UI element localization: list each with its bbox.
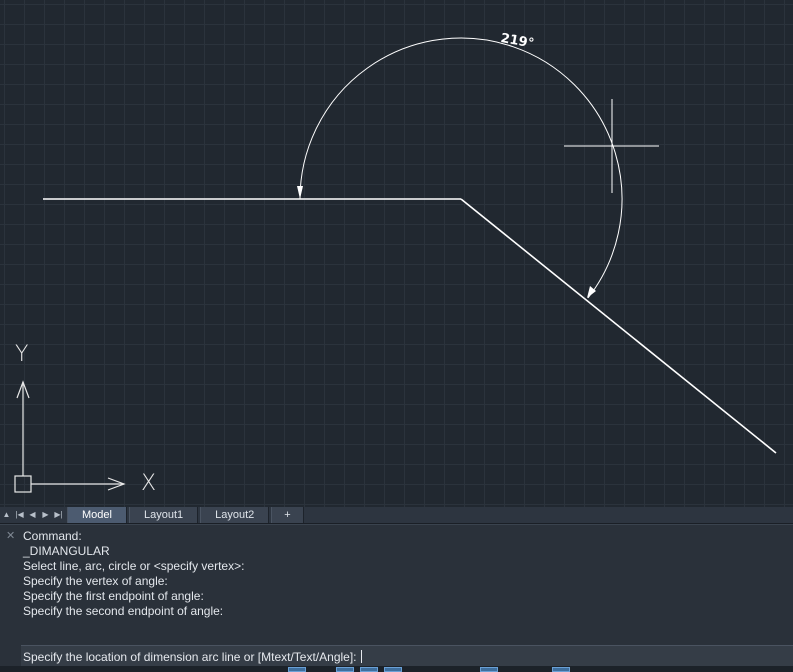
- dimension-arrow-start: [297, 186, 303, 199]
- ucs-icon: [14, 380, 126, 493]
- command-window: ✕ Command: _DIMANGULAR Select line, arc,…: [0, 524, 793, 645]
- status-toggle-button[interactable]: [480, 667, 498, 672]
- history-line: Command:: [23, 529, 82, 543]
- status-toggle-button[interactable]: [384, 667, 402, 672]
- status-toggle-button[interactable]: [552, 667, 570, 672]
- status-toggle-button[interactable]: [336, 667, 354, 672]
- history-line: Specify the second endpoint of angle:: [23, 604, 224, 618]
- command-prompt: Specify the location of dimension arc li…: [23, 649, 357, 664]
- dimension-arc[interactable]: [299, 37, 623, 299]
- layout-tab-bar: ▲ |◀ ◀ ▶ ▶| Model Layout1 Layout2 +: [0, 507, 793, 524]
- status-toggle-button[interactable]: [288, 667, 306, 672]
- ucs-y-label: Y: [15, 342, 29, 367]
- tabbar-toggle-icon[interactable]: ▲: [0, 507, 13, 523]
- tab-add-layout[interactable]: +: [271, 507, 304, 523]
- history-line: Specify the first endpoint of angle:: [23, 589, 204, 603]
- line-diagonal[interactable]: [460, 198, 777, 454]
- tab-layout2[interactable]: Layout2: [200, 507, 270, 523]
- command-history: Command: _DIMANGULAR Select line, arc, c…: [23, 529, 793, 645]
- dimension-arrow-end: [587, 286, 596, 298]
- history-line: Specify the vertex of angle:: [23, 574, 168, 588]
- first-layout-icon[interactable]: |◀: [13, 507, 26, 523]
- tab-layout1[interactable]: Layout1: [128, 507, 199, 523]
- history-line: Select line, arc, circle or <specify ver…: [23, 559, 245, 573]
- status-toggle-button[interactable]: [360, 667, 378, 672]
- last-layout-icon[interactable]: ▶|: [52, 507, 65, 523]
- status-bar: [0, 666, 793, 672]
- history-line: _DIMANGULAR: [23, 544, 110, 558]
- next-layout-icon[interactable]: ▶: [39, 507, 52, 523]
- close-icon[interactable]: ✕: [6, 531, 15, 542]
- drawing-svg[interactable]: [0, 0, 793, 507]
- ucs-x-label: X: [141, 471, 157, 496]
- command-input[interactable]: Specify the location of dimension arc li…: [21, 645, 793, 667]
- tab-model[interactable]: Model: [67, 507, 127, 523]
- drawing-canvas[interactable]: 219° Y X: [0, 0, 793, 507]
- text-cursor: [360, 650, 362, 663]
- prev-layout-icon[interactable]: ◀: [26, 507, 39, 523]
